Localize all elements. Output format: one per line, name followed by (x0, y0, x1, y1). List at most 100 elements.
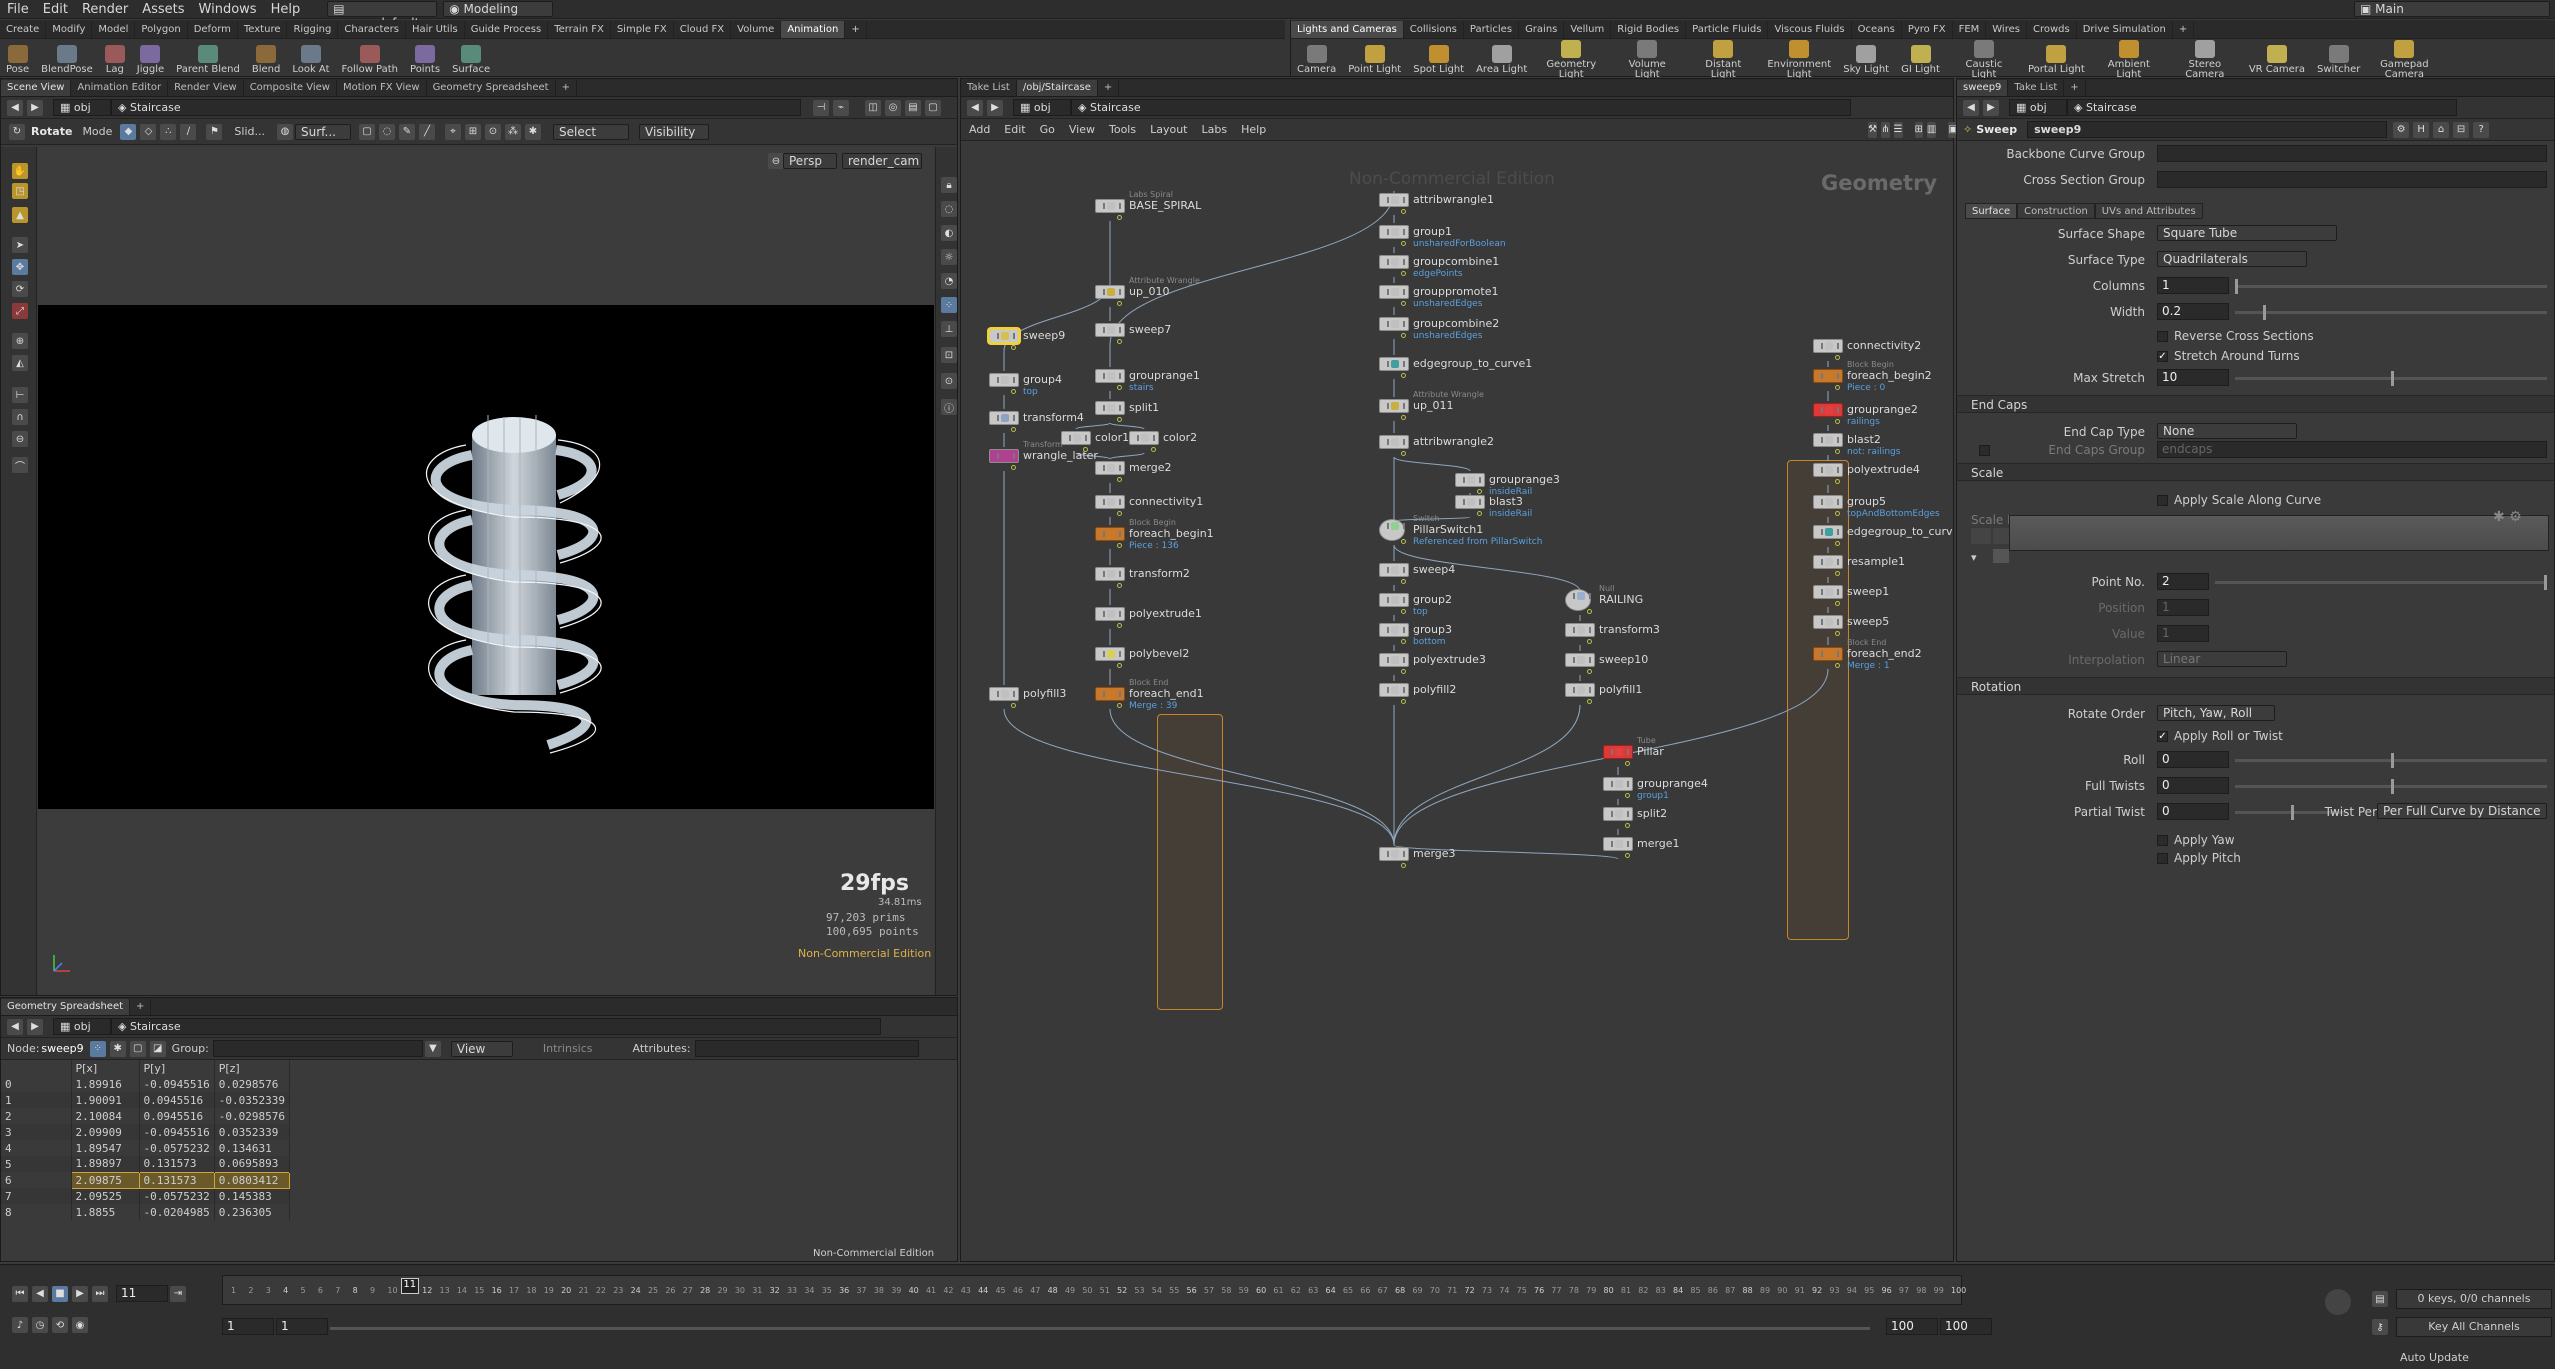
handle-tool-icon[interactable]: ✋ (12, 163, 28, 179)
shelf-tab-characters[interactable]: Characters (338, 21, 406, 38)
path-node-2[interactable]: ◈ Staircase (111, 1018, 881, 1035)
view-tool-icon[interactable]: ◳ (12, 183, 28, 199)
ramp-collapse-icon[interactable]: ▾ (1971, 551, 1977, 564)
visibility-dropdown[interactable]: Visibility (639, 123, 709, 140)
tab-geometry-spreadsheet[interactable]: Geometry Spreadsheet (427, 80, 556, 96)
node-body[interactable] (1129, 431, 1159, 445)
node-body[interactable] (1095, 369, 1125, 383)
node-body[interactable] (1095, 647, 1125, 661)
shelf-tool-sky-light[interactable]: Sky Light (1837, 41, 1895, 75)
shelf-tool-points[interactable]: Points (404, 41, 446, 75)
edit-tool-icon[interactable]: ◭ (12, 355, 28, 371)
maximize-icon[interactable]: ▢ (925, 99, 941, 116)
node-body[interactable] (1813, 555, 1843, 569)
width-slider-knob[interactable] (2263, 305, 2267, 320)
node-body[interactable] (1603, 745, 1633, 759)
table-cell[interactable]: 0.145383 (214, 1188, 290, 1204)
table-cell[interactable]: 2.09525 (71, 1188, 140, 1204)
shelf-tool-jiggle[interactable]: Jiggle (131, 41, 170, 75)
snap-prim-icon[interactable]: ✱ (525, 123, 541, 140)
sculpt-tool-icon[interactable]: ⊖ (12, 431, 28, 447)
table-cell[interactable]: 0.131573 (138, 1171, 215, 1189)
realtime-icon[interactable]: ◷ (32, 1317, 48, 1333)
select-tool-icon[interactable]: ▲ (12, 207, 28, 223)
width-input[interactable]: 0.2 (2157, 303, 2229, 320)
shelf-tab-crowds[interactable]: Crowds (2027, 21, 2077, 38)
keys-settings-icon[interactable]: ▤ (2372, 1291, 2388, 1307)
jump-end-icon[interactable]: ⏭ (92, 1285, 108, 1302)
table-row[interactable]: 5 1.89897 0.131573 0.0695893 (1, 1156, 290, 1172)
table-cell[interactable]: 0.0352339 (214, 1124, 290, 1140)
node-body[interactable] (1095, 199, 1125, 213)
node-body[interactable] (1095, 495, 1125, 509)
shelf-tab-cloud-fx[interactable]: Cloud FX (674, 21, 732, 38)
table-cell[interactable]: 0.0945516 (139, 1108, 215, 1124)
row-index[interactable]: 3 (1, 1124, 72, 1140)
columns-slider[interactable] (2235, 279, 2547, 294)
shelf-tool-volume-light[interactable]: Volume Light (1609, 36, 1685, 80)
forward-arrow-icon-3[interactable]: ▶ (987, 99, 1003, 116)
box-select-icon[interactable]: ▢ (359, 123, 375, 140)
menu-assets[interactable]: Assets (135, 0, 191, 19)
op-name-input[interactable]: sweep9 (2027, 121, 2388, 138)
step-back-icon[interactable]: ◀ (32, 1285, 48, 1302)
render-icon[interactable]: ◍ (277, 123, 293, 140)
node-body[interactable] (1813, 463, 1843, 477)
magnet-tool-icon[interactable]: ∩ (12, 409, 28, 425)
select-objects-icon[interactable]: ◆ (120, 123, 137, 140)
tab-render-view[interactable]: Render View (168, 80, 244, 96)
node-body[interactable] (1813, 585, 1843, 599)
shelf-tool-distant-light[interactable]: Distant Light (1685, 36, 1761, 80)
shelf-tool-switcher[interactable]: Switcher (2311, 41, 2366, 75)
full-twists-input[interactable]: 0 (2157, 777, 2229, 794)
node-body[interactable] (1095, 527, 1125, 541)
tab-composite-view[interactable]: Composite View (244, 80, 337, 96)
camera-persp-dropdown[interactable]: Persp (783, 153, 837, 169)
keys-channels-status[interactable]: 0 keys, 0/0 channels (2396, 1289, 2552, 1309)
table-row[interactable]: 3 2.09909 -0.0945516 0.0352339 (1, 1124, 290, 1140)
menu-edit[interactable]: Edit (36, 0, 75, 19)
display-lock-icon[interactable]: 🔒︎ (941, 177, 957, 193)
node-body[interactable] (989, 687, 1019, 701)
partial-twist-input[interactable]: 0 (2157, 803, 2229, 820)
tab-params-sweep9[interactable]: sweep9 (1957, 80, 2009, 96)
surface-dropdown[interactable]: Surf... (295, 123, 351, 140)
start-frame-input-2[interactable]: 1 (276, 1318, 328, 1335)
global-anim-icon[interactable]: ◉ (72, 1317, 88, 1333)
rotate-tool-icon[interactable]: ↻ (9, 123, 25, 140)
table-cell[interactable]: 0.0695893 (214, 1156, 290, 1172)
stretch-turns-checkbox[interactable]: ✓ (2157, 350, 2168, 362)
surface-type-dropdown[interactable]: Quadrilaterals (2157, 251, 2307, 267)
node-body[interactable] (1813, 525, 1843, 539)
link-icon[interactable]: ⌁ (833, 99, 849, 116)
scale-section[interactable]: Scale (1957, 463, 2554, 481)
table-cell[interactable]: 0.0803412 (213, 1171, 290, 1189)
auto-update-status[interactable]: Auto Update (2400, 1351, 2469, 1364)
pin-icon[interactable]: ⊣ (813, 99, 829, 116)
path-root-2[interactable]: ▦ obj (53, 1018, 111, 1035)
node-body[interactable] (1603, 837, 1633, 851)
snap-grid-icon[interactable]: ⊞ (465, 123, 481, 140)
loop-icon[interactable]: ⟲ (52, 1317, 68, 1333)
max-stretch-slider-knob[interactable] (2391, 371, 2394, 386)
add-tab-button-2[interactable]: + (130, 999, 152, 1015)
brush-select-icon[interactable]: ✎ (399, 123, 415, 140)
max-stretch-input[interactable]: 10 (2157, 369, 2229, 386)
snap-icon[interactable]: ⌖ (445, 123, 461, 140)
path-node[interactable]: ◈ Staircase (111, 99, 801, 116)
shelf-tool-gamepad-camera[interactable]: Gamepad Camera (2366, 36, 2442, 80)
node-body[interactable] (1455, 495, 1485, 509)
node-body[interactable] (1603, 777, 1633, 791)
table-cell[interactable]: 1.90091 (71, 1092, 140, 1108)
backbone-group-input[interactable] (2157, 145, 2547, 162)
shelf-tab-particles[interactable]: Particles (1464, 21, 1520, 38)
forward-arrow-icon[interactable]: ▶ (27, 99, 43, 116)
forward-arrow-icon-4[interactable]: ▶ (1983, 99, 1999, 116)
info-icon[interactable]: ⓘ (941, 399, 957, 415)
table-cell[interactable]: -0.0352339 (214, 1092, 290, 1108)
shelf-tab-oceans[interactable]: Oceans (1852, 21, 1902, 38)
desktop-dropdown[interactable]: ◉ Modeling (443, 1, 554, 17)
shelf-tab-hair-utils[interactable]: Hair Utils (406, 21, 465, 38)
tree-view-icon[interactable]: ⋔ (1881, 121, 1890, 138)
shelf-tab-pyro-fx[interactable]: Pyro FX (1902, 21, 1953, 38)
